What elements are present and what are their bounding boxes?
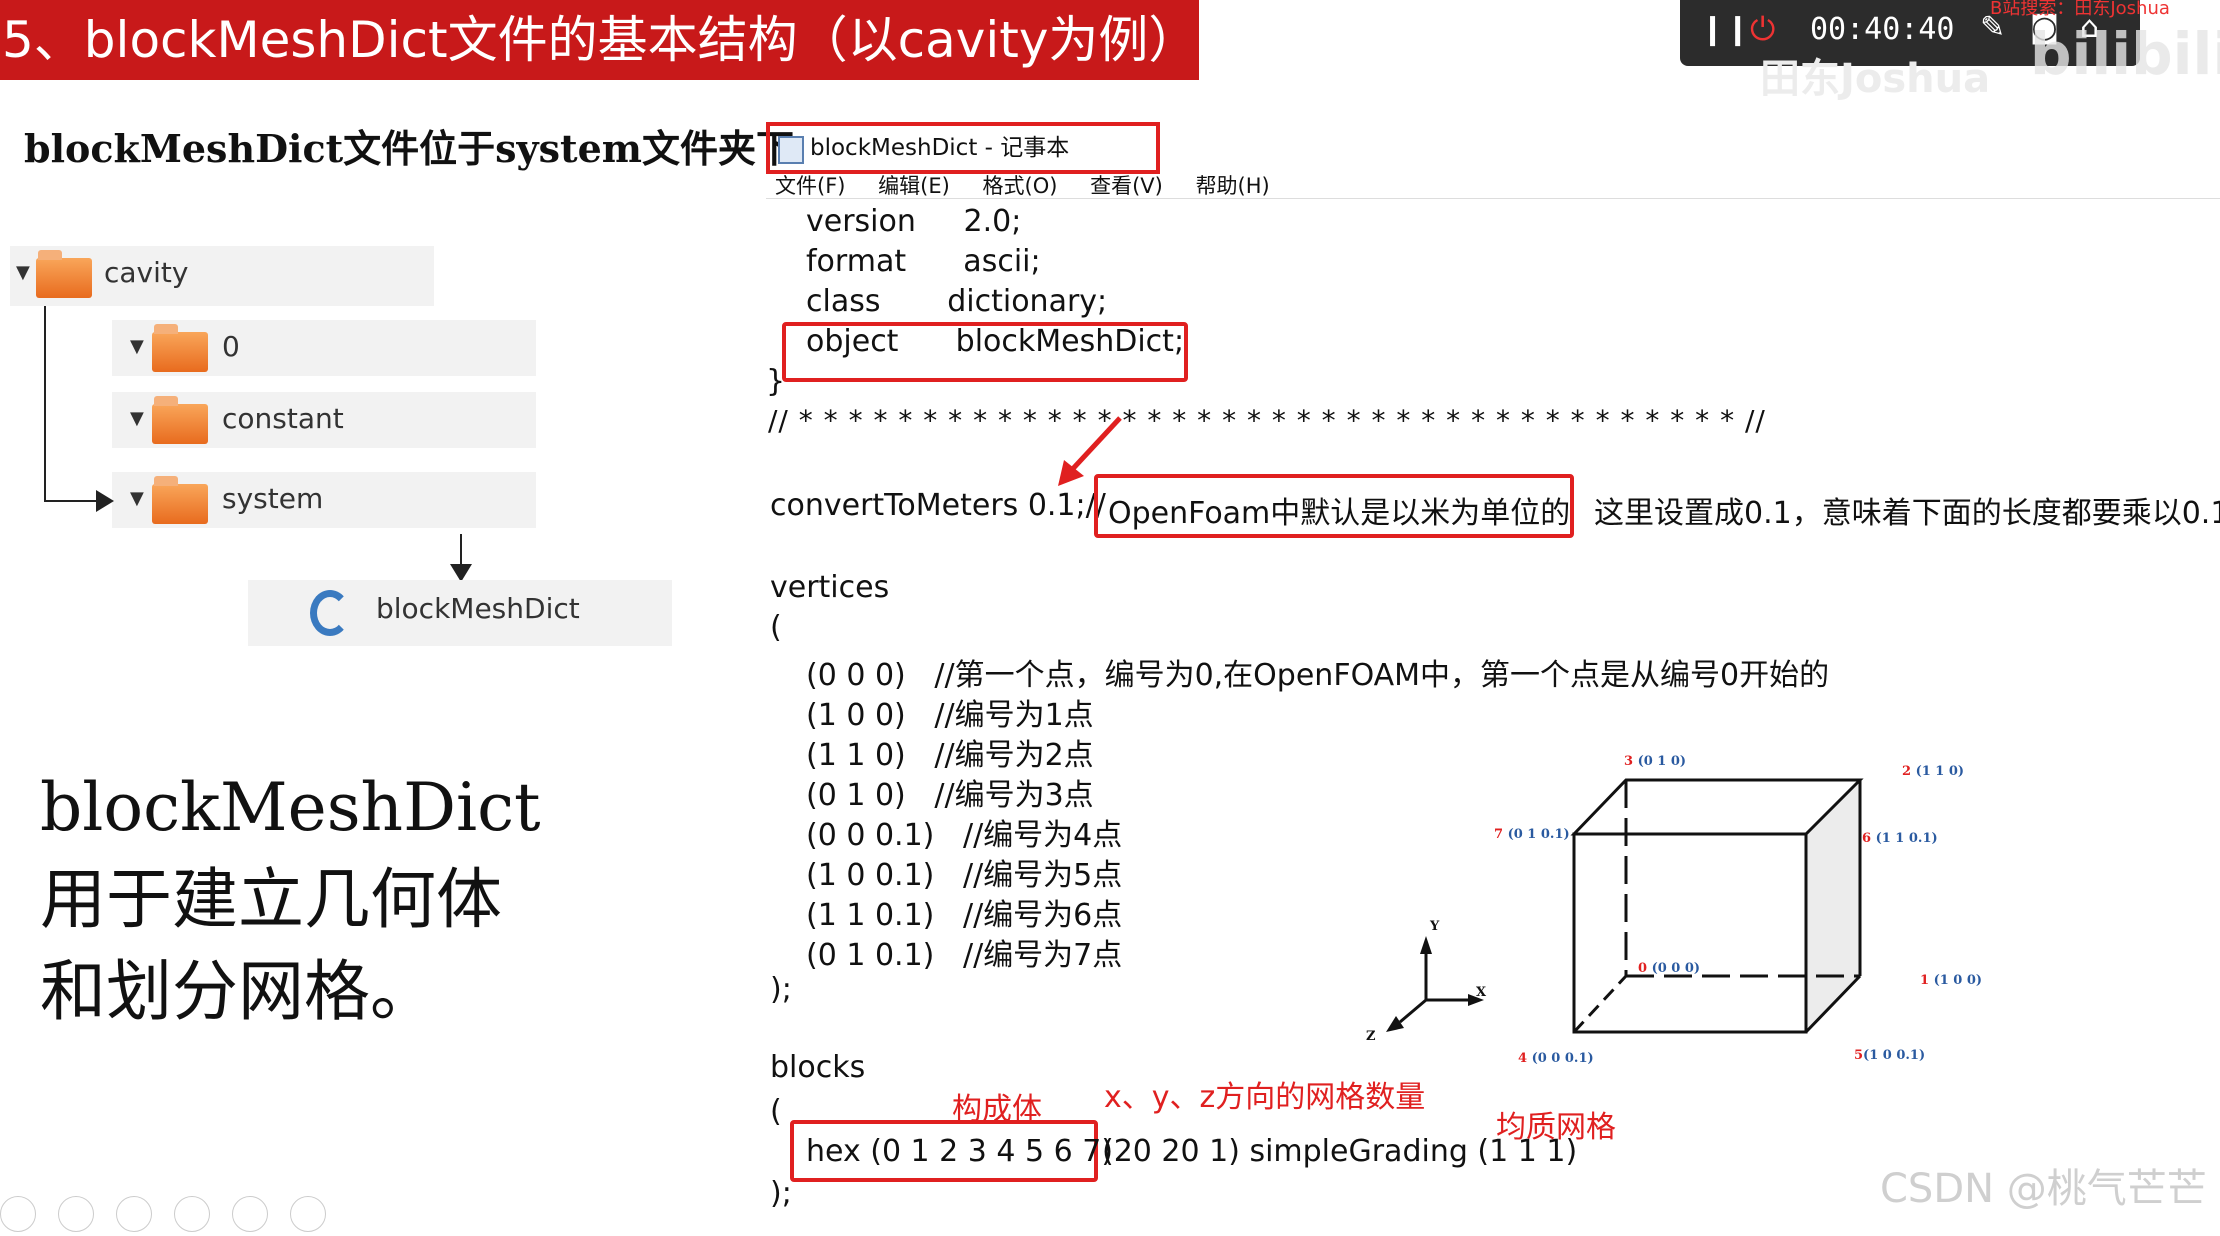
- c-file-icon: [310, 590, 350, 636]
- vertex-label-5: 5(1 0 0.1): [1854, 1048, 1925, 1063]
- vertex-label-4: 4 (0 0 0.1): [1518, 1051, 1594, 1066]
- vertex-label-2: 2 (1 1 0): [1902, 764, 1964, 779]
- vertex-label-7: 7 (0 1 0.1): [1494, 827, 1570, 842]
- code-separator: // * * * * * * * * * * * * * * * * * * *…: [768, 404, 1766, 437]
- toolbar-button[interactable]: [290, 1196, 326, 1232]
- toolbar-button[interactable]: [232, 1196, 268, 1232]
- code-hex: hex (0 1 2 3 4 5 6 7): [806, 1134, 1114, 1169]
- axis-x-label: X: [1476, 985, 1487, 1000]
- annotation-construct: 构成体: [952, 1092, 1042, 1127]
- cube-right-face: [1806, 780, 1860, 1032]
- cube-hidden-edge: [1572, 974, 1628, 1034]
- folder-icon: [152, 396, 208, 444]
- code-blocks-close: );: [770, 1176, 792, 1211]
- menu-help[interactable]: 帮助(H): [1196, 174, 1270, 198]
- axis-z-line: [1399, 998, 1427, 1024]
- menu-divider: [766, 198, 2220, 199]
- toolbar-button[interactable]: [58, 1196, 94, 1232]
- notepad-menubar: 文件(F) 编辑(E) 格式(O) 查看(V) 帮助(H): [775, 170, 1296, 200]
- expand-triangle-icon: ▼: [130, 488, 144, 509]
- code-brace: }: [766, 364, 786, 399]
- tree-connector: [44, 306, 46, 502]
- menu-edit[interactable]: 编辑(E): [878, 174, 950, 198]
- vertex-label-6: 6 (1 1 0.1): [1862, 831, 1938, 846]
- axis-y-label: Y: [1429, 919, 1440, 934]
- bili-search-hint: B站搜索：田东Joshua: [1990, 0, 2170, 19]
- vertex-label-1: 1 (1 0 0): [1920, 973, 1982, 988]
- toolbar-button[interactable]: [116, 1196, 152, 1232]
- expand-triangle-icon: ▼: [130, 336, 144, 357]
- tree-item-label: cavity: [104, 256, 189, 289]
- tree-item-system[interactable]: ▼ system: [112, 472, 536, 528]
- pause-icon[interactable]: ❙❙: [1700, 12, 1750, 47]
- code-close-paren: );: [770, 972, 792, 1007]
- annotation-uniform: 均质网格: [1496, 1110, 1616, 1145]
- folder-icon: [152, 324, 208, 372]
- tree-item-blockmeshdict[interactable]: blockMeshDict: [248, 580, 672, 646]
- uploader-watermark: 田东Joshua: [1760, 56, 1991, 102]
- slide-subtitle: blockMeshDict文件位于system文件夹下: [24, 126, 794, 171]
- tree-item-label: blockMeshDict: [376, 592, 580, 625]
- notepad-icon: [778, 136, 804, 164]
- menu-file[interactable]: 文件(F): [775, 174, 845, 198]
- code-convert-boxed: OpenFoam中默认是以米为单位的: [1108, 496, 1571, 531]
- expand-triangle-icon: ▼: [130, 408, 144, 429]
- cube-front-face: [1572, 832, 1808, 1034]
- code-convert-prefix: convertToMeters 0.1;//: [770, 488, 1106, 523]
- code-format: format ascii;: [806, 244, 1041, 279]
- vertex-line: (0 1 0) //编号为3点: [806, 778, 1094, 813]
- presentation-toolbar: [0, 1196, 430, 1232]
- tree-item-cavity[interactable]: ▼ cavity: [10, 246, 434, 306]
- code-class: class dictionary;: [806, 284, 1108, 319]
- axis-z-arrow: [1386, 1016, 1404, 1032]
- code-object: object blockMeshDict;: [806, 324, 1185, 359]
- power-icon[interactable]: ⏻: [1750, 10, 1775, 49]
- notepad-window-title: blockMeshDict - 记事本: [766, 122, 1160, 174]
- cube-diagram: 3 (0 1 0) 2 (1 1 0) 7 (0 1 0.1) 6 (1 1 0…: [1366, 754, 1982, 1066]
- axis-z-label: Z: [1366, 1029, 1376, 1044]
- toolbar-button[interactable]: [0, 1196, 36, 1232]
- code-open-paren: (: [770, 610, 782, 645]
- expand-triangle-icon: ▼: [16, 262, 30, 283]
- notepad-title-text: blockMeshDict - 记事本: [810, 135, 1070, 161]
- folder-icon: [152, 476, 208, 524]
- slide-description: blockMeshDict 用于建立几何体 和划分网格。: [40, 762, 541, 1038]
- tree-item-constant[interactable]: ▼ constant: [112, 392, 536, 448]
- vertex-label-0: 0 (0 0 0): [1638, 961, 1700, 976]
- tree-item-label: 0: [222, 330, 240, 363]
- code-blocks: blocks: [770, 1050, 866, 1085]
- toolbar-button[interactable]: [174, 1196, 210, 1232]
- menu-format[interactable]: 格式(O): [983, 174, 1058, 198]
- description-line: 用于建立几何体: [40, 861, 502, 938]
- vertex-line: (1 0 0) //编号为1点: [806, 698, 1094, 733]
- menu-view[interactable]: 查看(V): [1090, 174, 1163, 198]
- vertex-label-3: 3 (0 1 0): [1624, 754, 1686, 769]
- description-line: blockMeshDict: [40, 769, 541, 846]
- tree-connector: [44, 500, 100, 502]
- tree-item-0[interactable]: ▼ 0: [112, 320, 536, 376]
- tree-item-label: system: [222, 482, 324, 515]
- bilibili-logo: bilibili: [2030, 20, 2220, 88]
- vertex-line: (1 0 0.1) //编号为5点: [806, 858, 1123, 893]
- folder-icon: [36, 250, 92, 298]
- playback-time: 00:40:40: [1810, 12, 1955, 47]
- slide-title: 5、blockMeshDict文件的基本结构（以cavity为例）: [0, 0, 1199, 80]
- code-version: version 2.0;: [806, 204, 1022, 239]
- code-vertices: vertices: [770, 570, 890, 605]
- code-blocks-open: (: [770, 1094, 782, 1129]
- vertex-line: (0 1 0.1) //编号为7点: [806, 938, 1123, 973]
- vertex-line: (1 1 0.1) //编号为6点: [806, 898, 1123, 933]
- code-convert-note: 这里设置成0.1，意味着下面的长度都要乘以0.1: [1594, 496, 2220, 531]
- tree-connector: [460, 534, 462, 568]
- axis-y-arrow: [1420, 936, 1432, 954]
- vertex-line: (0 0 0) //第一个点，编号为0,在OpenFOAM中，第一个点是从编号0…: [806, 658, 1830, 693]
- vertex-line: (1 1 0) //编号为2点: [806, 738, 1094, 773]
- arrow-right-icon: [96, 490, 114, 512]
- description-line: 和划分网格。: [40, 953, 436, 1030]
- tree-item-label: constant: [222, 402, 344, 435]
- vertex-line: (0 0 0.1) //编号为4点: [806, 818, 1123, 853]
- csdn-watermark: CSDN @桃气芒芒: [1880, 1166, 2207, 1212]
